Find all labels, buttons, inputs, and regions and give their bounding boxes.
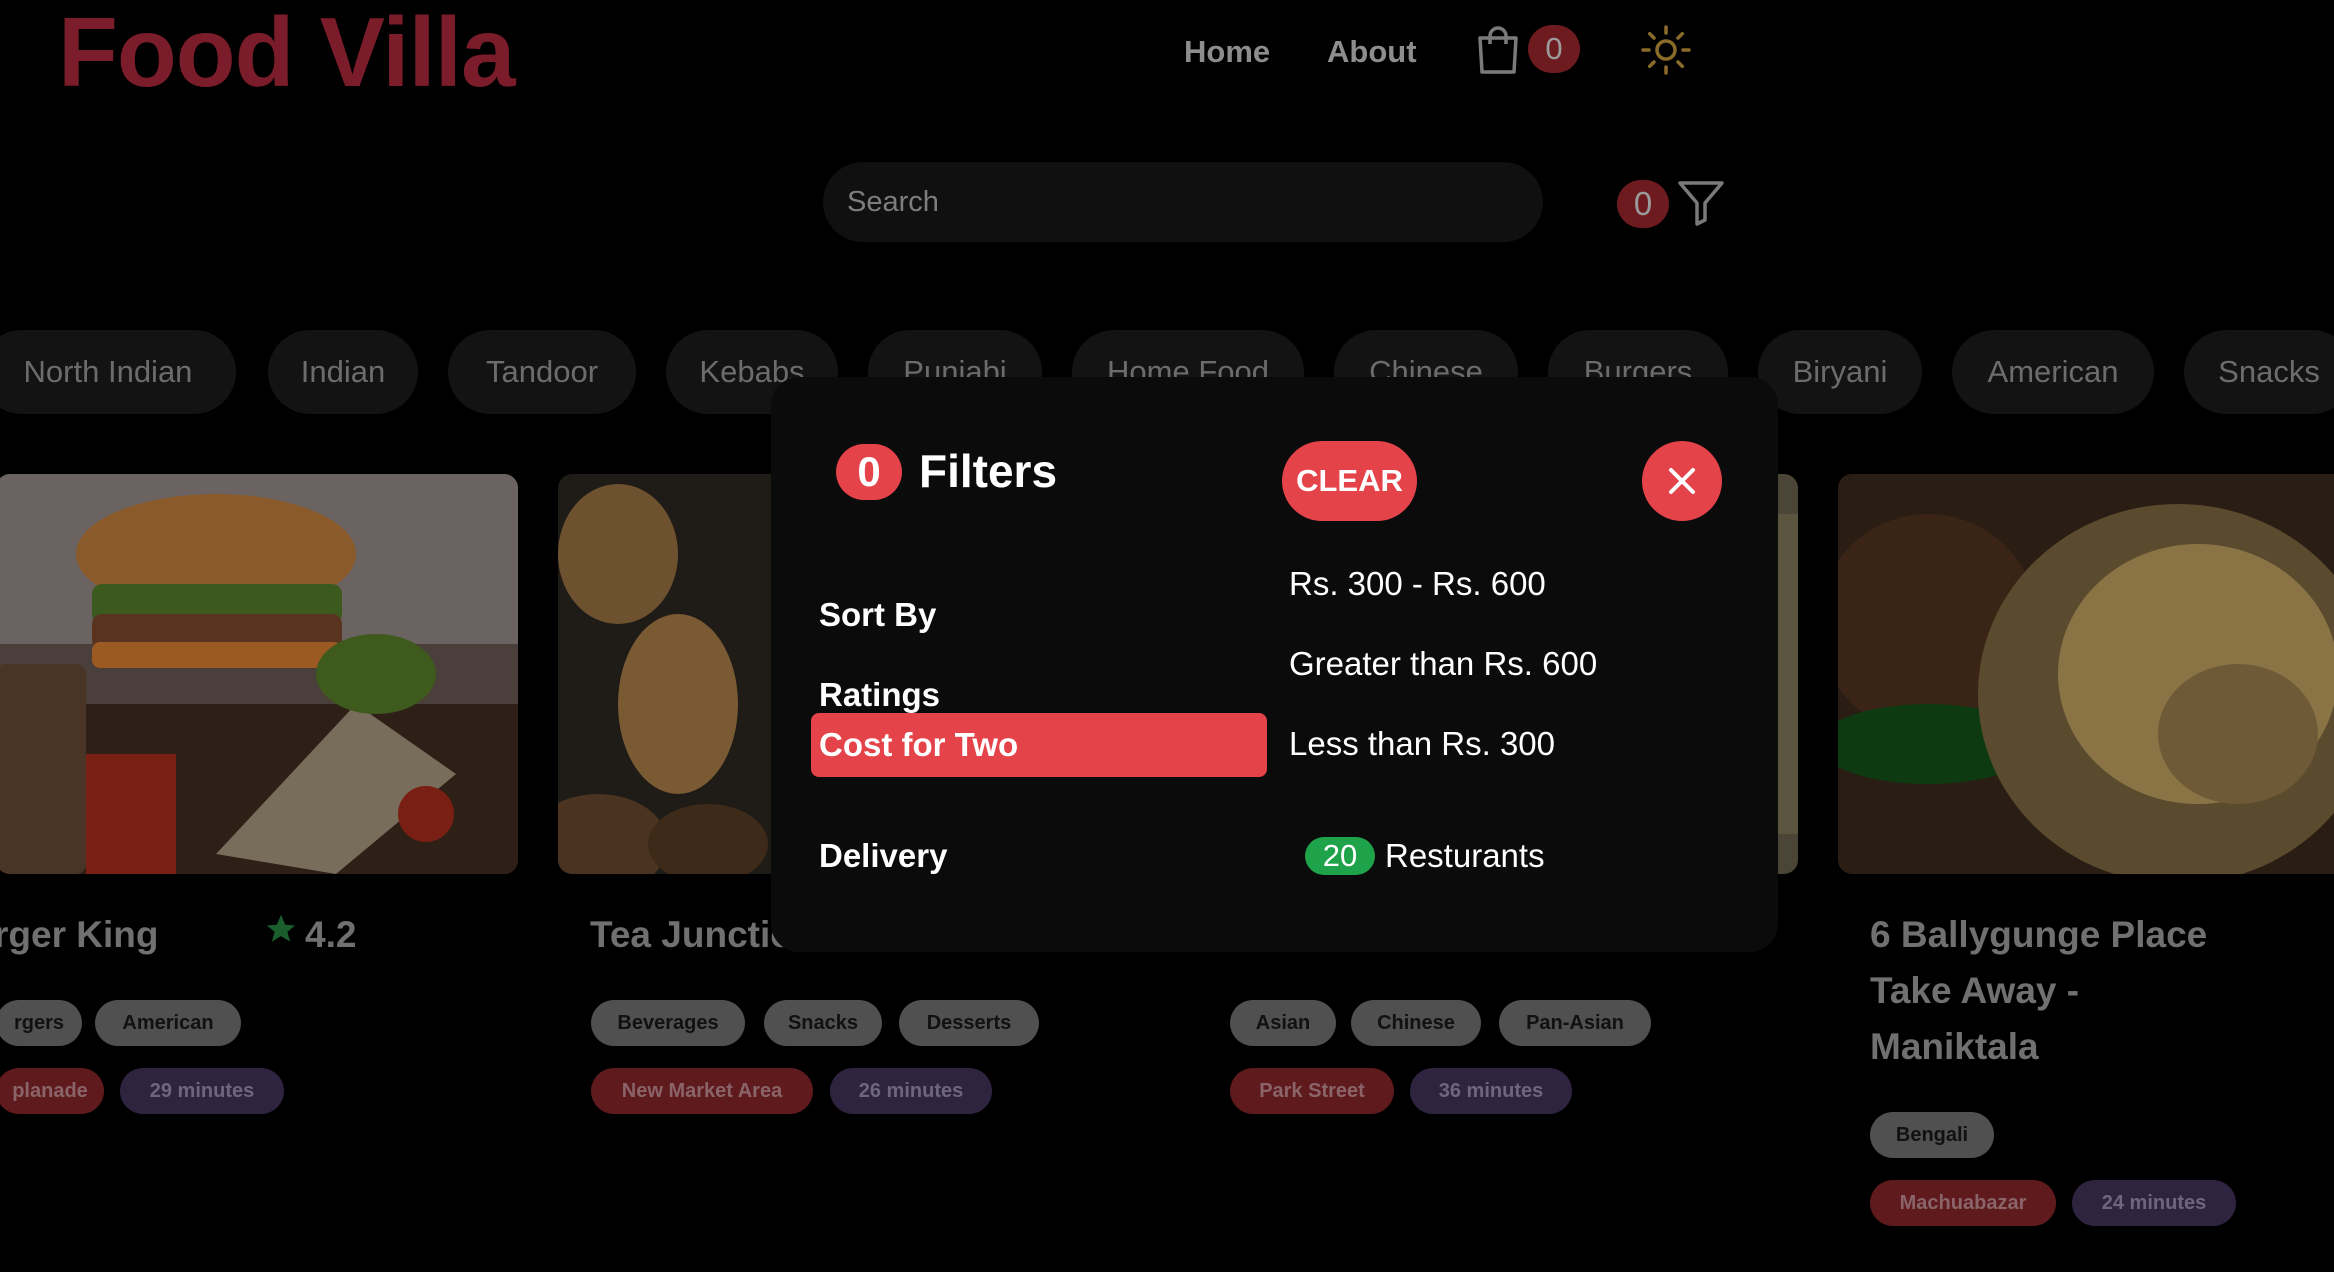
filters-modal: 0 Filters CLEAR Sort By Ratings Cost for… [771,377,1778,952]
cuisine-tag: Desserts [899,1000,1039,1046]
restaurant-name-line[interactable]: Maniktala [1870,1019,2039,1075]
cuisine-tag: Chinese [1351,1000,1481,1046]
clear-filters-button[interactable]: CLEAR [1282,441,1417,521]
cuisine-tag: Bengali [1870,1112,1994,1158]
close-icon [1669,468,1695,494]
cuisine-chip[interactable]: Tandoor [448,330,636,414]
restaurant-image[interactable] [558,474,798,874]
cuisine-tag: American [95,1000,241,1046]
restaurant-name-line[interactable]: Take Away - [1870,963,2079,1019]
area-tag: Machuabazar [1870,1180,2056,1226]
delivery-time-tag: 29 minutes [120,1068,284,1114]
restaurant-name-line[interactable]: 6 Ballygunge Place [1870,907,2207,963]
cuisine-chip[interactable]: North Indian [0,330,236,414]
cart-count-badge: 0 [1528,25,1580,73]
nav-home-link[interactable]: Home [1184,30,1270,74]
cuisine-tag: Snacks [764,1000,882,1046]
cuisine-chip[interactable]: Indian [268,330,418,414]
restaurant-image[interactable] [1838,474,2334,874]
area-tag: planade [0,1068,104,1114]
restaurant-name[interactable]: rger King [0,907,158,963]
area-tag: New Market Area [591,1068,813,1114]
filter-option[interactable]: Greater than Rs. 600 [1289,641,1597,687]
cart-icon[interactable] [1474,26,1522,76]
filters-title: Filters [919,445,1058,497]
cuisine-tag: Asian [1230,1000,1336,1046]
cuisine-chip[interactable]: Biryani [1758,330,1922,414]
page: Food Villa Home About 0 0 North Indian I… [0,0,2334,1272]
filter-category-sort-by[interactable]: Sort By [811,583,1267,647]
cuisine-chip[interactable]: Snacks [2184,330,2334,414]
restaurant-count-badge: 20 [1305,837,1375,875]
star-icon [264,912,298,946]
filter-category-delivery[interactable]: Delivery [811,824,1267,888]
filter-funnel-icon[interactable] [1676,178,1726,226]
delivery-time-tag: 26 minutes [830,1068,992,1114]
cuisine-tag: rgers [0,1000,82,1046]
search-input[interactable] [823,162,1543,242]
filter-count-badge: 0 [1617,180,1669,228]
cuisine-chip[interactable]: American [1952,330,2154,414]
restaurant-image[interactable] [0,474,518,874]
filter-category-cost-for-two[interactable]: Cost for Two [811,713,1267,777]
active-filter-count-badge: 0 [836,444,902,500]
delivery-time-tag: 36 minutes [1410,1068,1572,1114]
cuisine-tag: Pan-Asian [1499,1000,1651,1046]
filter-option[interactable]: Rs. 300 - Rs. 600 [1289,561,1546,607]
logo[interactable]: Food Villa [58,0,515,105]
rating-value: 4.2 [305,914,357,955]
delivery-time-tag: 24 minutes [2072,1180,2236,1226]
restaurant-name[interactable]: Tea Junctio [590,907,793,963]
theme-toggle-sun-icon[interactable] [1640,24,1692,76]
nav-about-link[interactable]: About [1327,30,1417,74]
cuisine-tag: Beverages [591,1000,745,1046]
area-tag: Park Street [1230,1068,1394,1114]
filter-option[interactable]: Less than Rs. 300 [1289,721,1555,767]
restaurant-count-label: Resturants [1385,837,1545,874]
close-modal-button[interactable] [1642,441,1722,521]
